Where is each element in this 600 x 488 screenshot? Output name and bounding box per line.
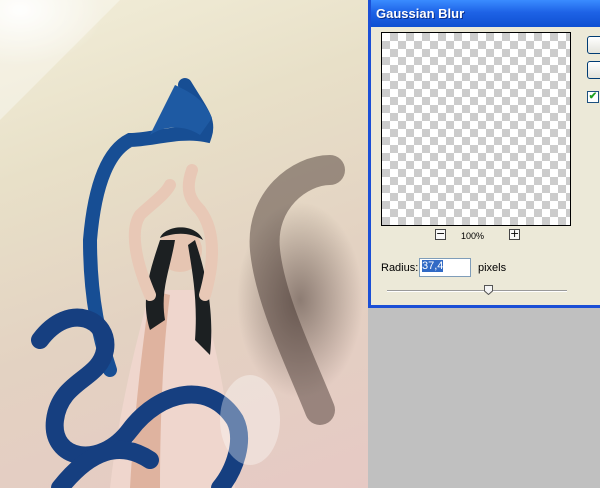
workspace-background bbox=[368, 308, 600, 488]
radius-units-label: pixels bbox=[478, 262, 507, 274]
zoom-out-button[interactable]: − bbox=[435, 228, 446, 240]
preview-checkbox[interactable]: ✔ bbox=[587, 91, 599, 103]
ribbon-tip bbox=[150, 85, 212, 135]
photo-canvas[interactable] bbox=[0, 0, 368, 488]
light-ray bbox=[0, 0, 120, 120]
radius-slider-thumb[interactable] bbox=[483, 285, 493, 295]
smoke-glow bbox=[220, 375, 280, 465]
blurred-shape bbox=[249, 155, 345, 425]
radius-input[interactable]: 37,4 bbox=[419, 258, 471, 277]
preview-pane[interactable] bbox=[381, 32, 571, 226]
gaussian-blur-dialog: Gaussian Blur − 100% + Radius: 37,4 pixe… bbox=[368, 0, 600, 308]
radius-label: Radius: bbox=[381, 262, 419, 274]
cancel-button[interactable] bbox=[587, 61, 600, 79]
radius-slider-track[interactable] bbox=[387, 290, 567, 292]
zoom-level-label: 100% bbox=[461, 231, 485, 241]
radius-value: 37,4 bbox=[422, 260, 444, 272]
zoom-in-button[interactable]: + bbox=[509, 228, 520, 240]
dialog-titlebar[interactable]: Gaussian Blur bbox=[371, 0, 600, 27]
photo-artwork bbox=[0, 0, 345, 488]
dialog-title: Gaussian Blur bbox=[376, 6, 465, 21]
ok-button[interactable] bbox=[587, 36, 600, 54]
